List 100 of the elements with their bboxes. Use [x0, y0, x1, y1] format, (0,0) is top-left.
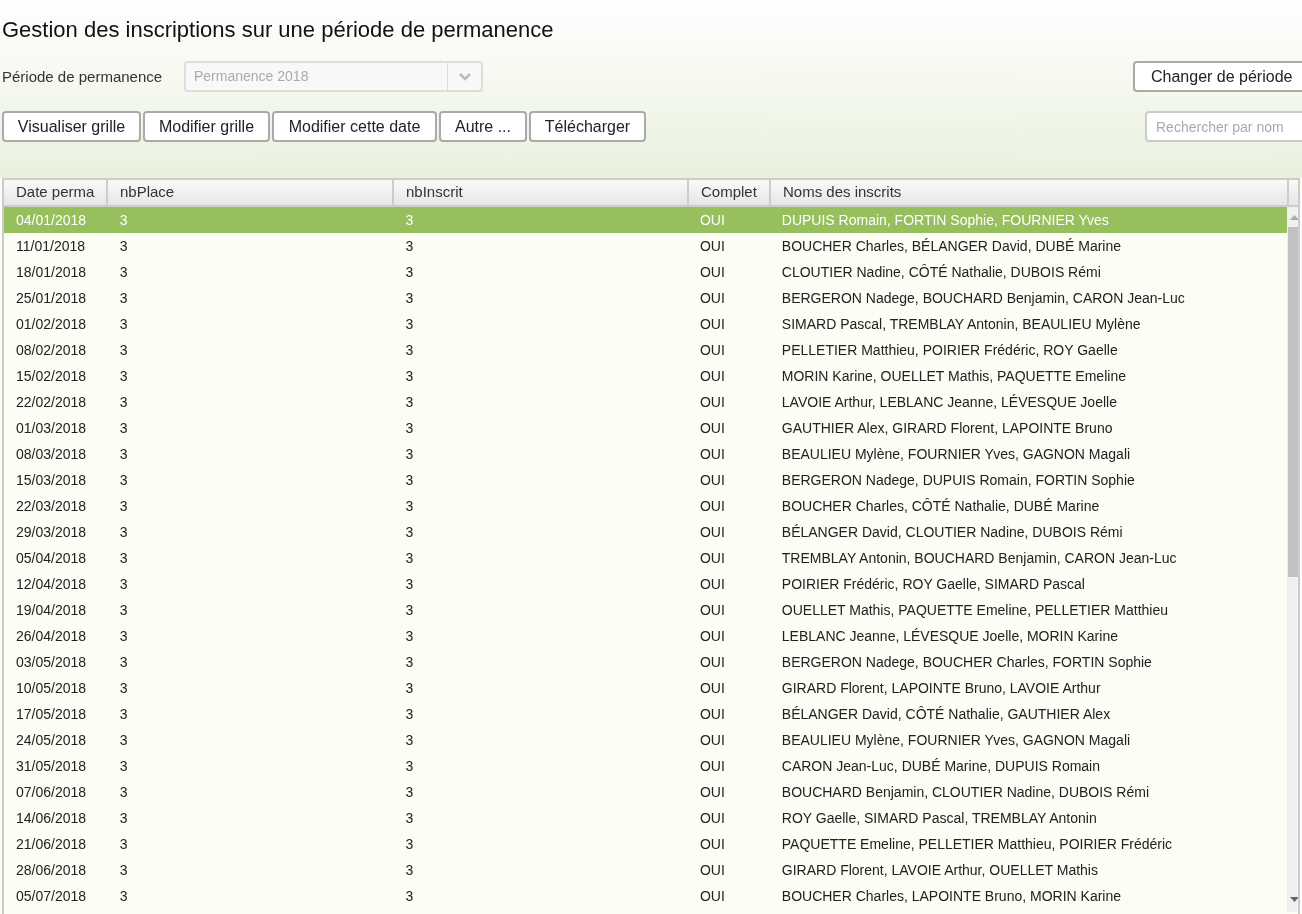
table-cell-text: 14/06/2018 — [15, 808, 88, 828]
table-cell-text: 3 — [118, 652, 129, 672]
table-cell-text: 3 — [118, 834, 129, 854]
table-row[interactable]: 31/05/2018 3 3 OUI CARON Jean-Luc, DUBÉ Marine, DUPUIS Romain — [4, 753, 1287, 779]
table-cell-text: OUI — [698, 782, 726, 802]
table-row[interactable]: 15/03/2018 3 3 OUI BERGERON Nadege, DUPUIS Romain, FORTIN Sophie — [4, 467, 1287, 493]
table-cell-text: 3 — [404, 548, 415, 568]
table-cell-text: OUI — [698, 834, 726, 854]
toolbar-button[interactable]: Télécharger — [529, 111, 646, 142]
table-cell-text: MORIN Karine, OUELLET Mathis, PAQUETTE Emeline — [780, 366, 1127, 386]
toolbar-button[interactable]: Modifier cette date — [272, 111, 437, 142]
column-header[interactable]: nbInscrit — [394, 180, 689, 205]
table-row[interactable]: 28/06/2018 3 3 OUI GIRARD Florent, LAVOIE Arthur, OUELLET Mathis — [4, 857, 1287, 883]
table-cell-text: 3 — [404, 210, 415, 230]
table-row[interactable]: 26/04/2018 3 3 OUI LEBLANC Jeanne, LÉVESQUE Joelle, MORIN Karine — [4, 623, 1287, 649]
table-row[interactable]: 11/01/2018 3 3 OUI BOUCHER Charles, BÉLANGER David, DUBÉ Marine — [4, 233, 1287, 259]
scroll-down-icon[interactable] — [1290, 897, 1298, 902]
scroll-up-icon[interactable] — [1290, 215, 1298, 220]
search-field[interactable]: Rechercher par nom — [1145, 111, 1302, 142]
table-cell-text: TREMBLAY Antonin, BOUCHARD Benjamin, CARON Jean-Luc — [780, 548, 1178, 568]
table-row[interactable]: 01/02/2018 3 3 OUI SIMARD Pascal, TREMBLAY Antonin, BEAULIEU Mylène — [4, 311, 1287, 337]
table-row[interactable]: 29/03/2018 3 3 OUI BÉLANGER David, CLOUTIER Nadine, DUBOIS Rémi — [4, 519, 1287, 545]
table-cell-text: 3 — [404, 340, 415, 360]
table-cell-text: OUI — [698, 626, 726, 646]
table-cell-text: LAVOIE Arthur, LEBLANC Jeanne, LÉVESQUE Joelle — [780, 392, 1118, 412]
table-row[interactable]: 01/03/2018 3 3 OUI GAUTHIER Alex, GIRARD Florent, LAPOINTE Bruno — [4, 415, 1287, 441]
table-cell-text: BOUCHER Charles, LAPOINTE Bruno, MORIN Karine — [780, 886, 1123, 906]
table-cell-text: 3 — [404, 314, 415, 334]
column-header[interactable]: nbPlace — [108, 180, 394, 205]
table-cell-text: OUI — [698, 860, 726, 880]
table-cell-text: 22/02/2018 — [15, 392, 88, 412]
table-cell-text: 3 — [404, 392, 415, 412]
table-cell-text: 04/01/2018 — [15, 210, 88, 230]
table-cell-text: 3 — [118, 730, 129, 750]
table-row[interactable]: 18/01/2018 3 3 OUI CLOUTIER Nadine, CÔTÉ Nathalie, DUBOIS Rémi — [4, 259, 1287, 285]
table-row[interactable]: 05/04/2018 3 3 OUI TREMBLAY Antonin, BOUCHARD Benjamin, CARON Jean-Luc — [4, 545, 1287, 571]
column-header[interactable]: Complet — [689, 180, 771, 205]
table-row[interactable]: 08/03/2018 3 3 OUI BEAULIEU Mylène, FOURNIER Yves, GAGNON Magali — [4, 441, 1287, 467]
table-cell-text: 3 — [404, 444, 415, 464]
table-cell-text: 26/04/2018 — [15, 626, 88, 646]
table-row[interactable]: 25/01/2018 3 3 OUI BERGERON Nadege, BOUCHARD Benjamin, CARON Jean-Luc — [4, 285, 1287, 311]
table-cell-text: 01/03/2018 — [15, 418, 88, 438]
table-row[interactable]: 07/06/2018 3 3 OUI BOUCHARD Benjamin, CLOUTIER Nadine, DUBOIS Rémi — [4, 779, 1287, 805]
table-row[interactable]: 22/02/2018 3 3 OUI LAVOIE Arthur, LEBLANC Jeanne, LÉVESQUE Joelle — [4, 389, 1287, 415]
table-cell-text: 07/06/2018 — [15, 782, 88, 802]
table-cell-text: 3 — [118, 860, 129, 880]
table-cell-text: OUI — [698, 678, 726, 698]
table-cell-text: 18/01/2018 — [15, 262, 88, 282]
scrollbar[interactable] — [1287, 207, 1298, 912]
table-row[interactable]: 05/07/2018 3 3 OUI BOUCHER Charles, LAPOINTE Bruno, MORIN Karine — [4, 883, 1287, 909]
table-cell-text: 3 — [118, 314, 129, 334]
column-header[interactable]: Date perma — [4, 180, 108, 205]
table-cell-text: CLOUTIER Nadine, CÔTÉ Nathalie, DUBOIS Rémi — [780, 262, 1102, 282]
table-row[interactable]: 17/05/2018 3 3 OUI BÉLANGER David, CÔTÉ Nathalie, GAUTHIER Alex — [4, 701, 1287, 727]
table-row[interactable]: 19/04/2018 3 3 OUI OUELLET Mathis, PAQUETTE Emeline, PELLETIER Matthieu — [4, 597, 1287, 623]
table-cell-text: 24/05/2018 — [15, 730, 88, 750]
table-cell-text: PAQUETTE Emeline, PELLETIER Matthieu, POIRIER Frédéric — [780, 834, 1174, 854]
table-cell-text: 3 — [118, 496, 129, 516]
table-cell-text: 19/04/2018 — [15, 600, 88, 620]
table-row[interactable]: 08/02/2018 3 3 OUI PELLETIER Matthieu, POIRIER Frédéric, ROY Gaelle — [4, 337, 1287, 363]
table-cell-text: PELLETIER Matthieu, POIRIER Frédéric, ROY Gaelle — [780, 340, 1119, 360]
table-cell-text: OUI — [698, 392, 726, 412]
table-cell-text: 3 — [404, 288, 415, 308]
table-cell-text: OUI — [698, 522, 726, 542]
toolbar-button[interactable]: Autre ... — [439, 111, 527, 142]
table-row[interactable]: 22/03/2018 3 3 OUI BOUCHER Charles, CÔTÉ Nathalie, DUBÉ Marine — [4, 493, 1287, 519]
table-cell-text: 11/01/2018 — [15, 236, 87, 256]
table-cell-text: 08/03/2018 — [15, 444, 88, 464]
toolbar-button[interactable]: Visualiser grille — [2, 111, 141, 142]
table-row[interactable]: 24/05/2018 3 3 OUI BEAULIEU Mylène, FOURNIER Yves, GAGNON Magali — [4, 727, 1287, 753]
table-cell-text: 3 — [404, 574, 415, 594]
change-period-button[interactable]: Changer de période — [1133, 61, 1302, 92]
table-cell-text: 3 — [118, 886, 129, 906]
table-cell-text: 3 — [404, 262, 415, 282]
table-cell-text: OUI — [698, 600, 726, 620]
table-cell-text: 29/03/2018 — [15, 522, 88, 542]
table-cell-text: 3 — [118, 288, 129, 308]
table-cell-text: OUI — [698, 418, 726, 438]
table-cell-text: GIRARD Florent, LAVOIE Arthur, OUELLET Mathis — [780, 860, 1099, 880]
table-row[interactable]: 14/06/2018 3 3 OUI ROY Gaelle, SIMARD Pascal, TREMBLAY Antonin — [4, 805, 1287, 831]
table-cell-text: OUI — [698, 288, 726, 308]
table-row[interactable]: 03/05/2018 3 3 OUI BERGERON Nadege, BOUCHER Charles, FORTIN Sophie — [4, 649, 1287, 675]
table-cell-text: 31/05/2018 — [15, 756, 88, 776]
table-cell-text: 3 — [404, 860, 415, 880]
table-row[interactable]: 15/02/2018 3 3 OUI MORIN Karine, OUELLET Mathis, PAQUETTE Emeline — [4, 363, 1287, 389]
table-cell-text: BERGERON Nadege, BOUCHARD Benjamin, CARON Jean-Luc — [780, 288, 1186, 308]
table-cell-text: 3 — [118, 808, 129, 828]
table-cell-text: BEAULIEU Mylène, FOURNIER Yves, GAGNON Magali — [780, 444, 1132, 464]
table-cell-text: 3 — [118, 444, 129, 464]
table-row[interactable]: 21/06/2018 3 3 OUI PAQUETTE Emeline, PELLETIER Matthieu, POIRIER Frédéric — [4, 831, 1287, 857]
table-cell-text: DUPUIS Romain, FORTIN Sophie, FOURNIER Yves — [780, 210, 1110, 230]
table-cell-text: 03/05/2018 — [15, 652, 88, 672]
table-row[interactable]: 10/05/2018 3 3 OUI GIRARD Florent, LAPOINTE Bruno, LAVOIE Arthur — [4, 675, 1287, 701]
table-cell-text: 3 — [118, 678, 129, 698]
table-cell-text: OUI — [698, 704, 726, 724]
column-header[interactable]: Noms des inscrits — [771, 180, 1289, 205]
period-label: Période de permanence — [2, 67, 163, 87]
table-row[interactable]: 12/04/2018 3 3 OUI POIRIER Frédéric, ROY Gaelle, SIMARD Pascal — [4, 571, 1287, 597]
toolbar-button[interactable]: Modifier grille — [143, 111, 270, 142]
table-cell-text: 3 — [404, 600, 415, 620]
